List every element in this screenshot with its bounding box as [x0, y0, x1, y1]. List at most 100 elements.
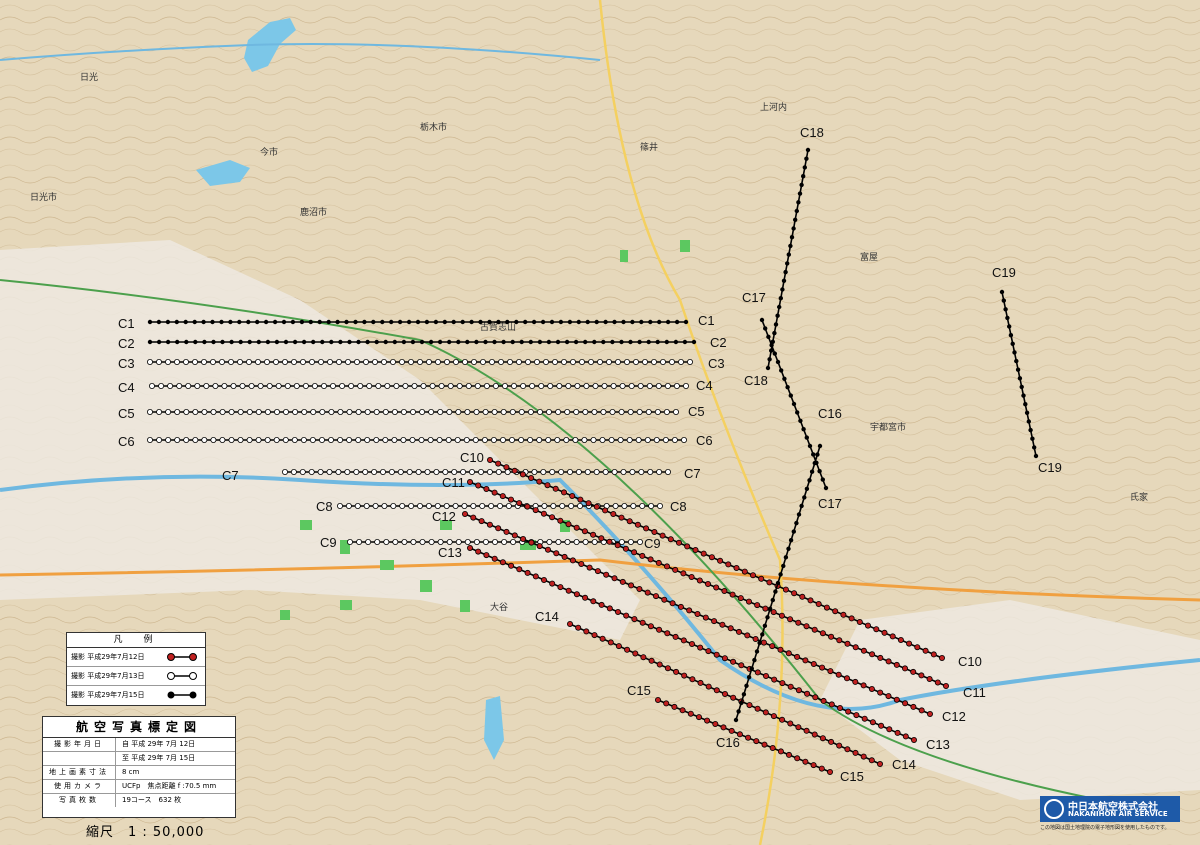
photo-point: [183, 408, 190, 415]
photo-point: [255, 408, 262, 415]
photo-point: [739, 700, 744, 706]
photo-point: [569, 557, 576, 564]
photo-point: [390, 502, 397, 509]
photo-point: [791, 529, 796, 534]
photo-point: [516, 566, 523, 573]
photo-point: [664, 339, 669, 345]
photo-point: [492, 339, 497, 345]
photo-point: [443, 358, 450, 365]
photo-point: [292, 339, 298, 345]
photo-point: [550, 502, 557, 509]
photo-point: [302, 382, 309, 389]
photo-point: [428, 539, 435, 546]
place-name: 富屋: [860, 251, 878, 263]
photo-point: [581, 528, 588, 535]
legend-black-symbol: [167, 691, 197, 699]
photo-point: [761, 741, 768, 748]
photo-point: [676, 539, 683, 546]
photo-point: [1033, 453, 1039, 459]
photo-point: [481, 436, 488, 443]
photo-point: [573, 539, 580, 546]
info-table: 航空写真標定図 撮影年月日自 平成 29年 7月 12日 至 平成 29年 7月…: [42, 716, 236, 818]
photo-point: [794, 208, 799, 214]
photo-point: [642, 358, 649, 365]
info-key: 撮影年月日: [43, 738, 116, 751]
photo-point: [586, 564, 593, 571]
photo-point: [191, 358, 198, 365]
photo-point: [779, 680, 786, 687]
photo-point: [510, 539, 517, 546]
photo-point: [823, 485, 829, 491]
photo-point: [474, 339, 479, 345]
photo-point: [853, 712, 860, 719]
photo-point: [769, 348, 774, 353]
photo-point: [865, 622, 872, 629]
photo-point: [817, 469, 822, 474]
photo-point: [778, 612, 785, 619]
photo-point: [465, 339, 470, 345]
photo-point: [827, 769, 834, 776]
photo-point: [409, 408, 416, 415]
photo-point: [508, 562, 515, 569]
course-start-label: C6: [118, 434, 135, 449]
photo-point: [796, 200, 801, 205]
photo-point: [488, 502, 495, 509]
photo-point: [828, 633, 835, 640]
photo-point: [753, 738, 760, 745]
photo-point: [318, 436, 325, 443]
photo-point: [501, 339, 506, 345]
photo-point: [886, 726, 893, 733]
photo-point: [338, 339, 343, 345]
photo-point: [815, 601, 822, 608]
photo-point: [536, 478, 543, 485]
photo-point: [202, 339, 207, 345]
photo-point: [573, 339, 579, 345]
photo-point: [375, 382, 382, 389]
photo-point: [758, 575, 765, 582]
photo-point: [445, 436, 452, 443]
photo-point: [635, 436, 642, 443]
photo-point: [348, 382, 355, 389]
legend-row-label: 撮影 平成29年7月12日: [71, 653, 145, 661]
photo-point: [840, 611, 847, 618]
photo-point: [1026, 419, 1032, 424]
photo-point: [246, 319, 251, 325]
photo-point: [293, 382, 300, 389]
photo-point: [795, 724, 802, 731]
photo-point: [918, 672, 925, 679]
photo-point: [579, 358, 586, 365]
photo-point: [799, 182, 804, 188]
photo-point: [881, 629, 888, 636]
photo-point: [788, 538, 794, 543]
photo-point: [563, 436, 570, 443]
photo-point: [473, 539, 480, 546]
photo-point: [1028, 427, 1033, 433]
course-end-label: C12: [942, 709, 966, 724]
photo-point: [664, 665, 671, 672]
photo-point: [228, 408, 235, 415]
photo-point: [486, 456, 493, 463]
photo-point: [543, 358, 550, 365]
photo-point: [281, 468, 288, 475]
photo-point: [712, 721, 719, 728]
photo-point: [451, 468, 458, 475]
photo-point: [612, 502, 619, 509]
photo-point: [275, 382, 282, 389]
photo-point: [156, 408, 163, 415]
photo-point: [425, 358, 432, 365]
photo-point: [265, 339, 271, 345]
photo-point: [779, 716, 786, 723]
photo-point: [817, 443, 823, 449]
photo-point: [746, 675, 752, 680]
photo-point: [317, 319, 322, 325]
photo-point: [466, 545, 473, 552]
photo-point: [885, 658, 892, 665]
photo-point: [811, 731, 818, 738]
photo-point: [464, 408, 471, 415]
photo-point: [637, 382, 644, 389]
photo-point: [614, 542, 621, 549]
photo-point: [811, 626, 818, 633]
photo-point: [447, 382, 454, 389]
photo-point: [506, 358, 513, 365]
photo-point: [787, 720, 794, 727]
